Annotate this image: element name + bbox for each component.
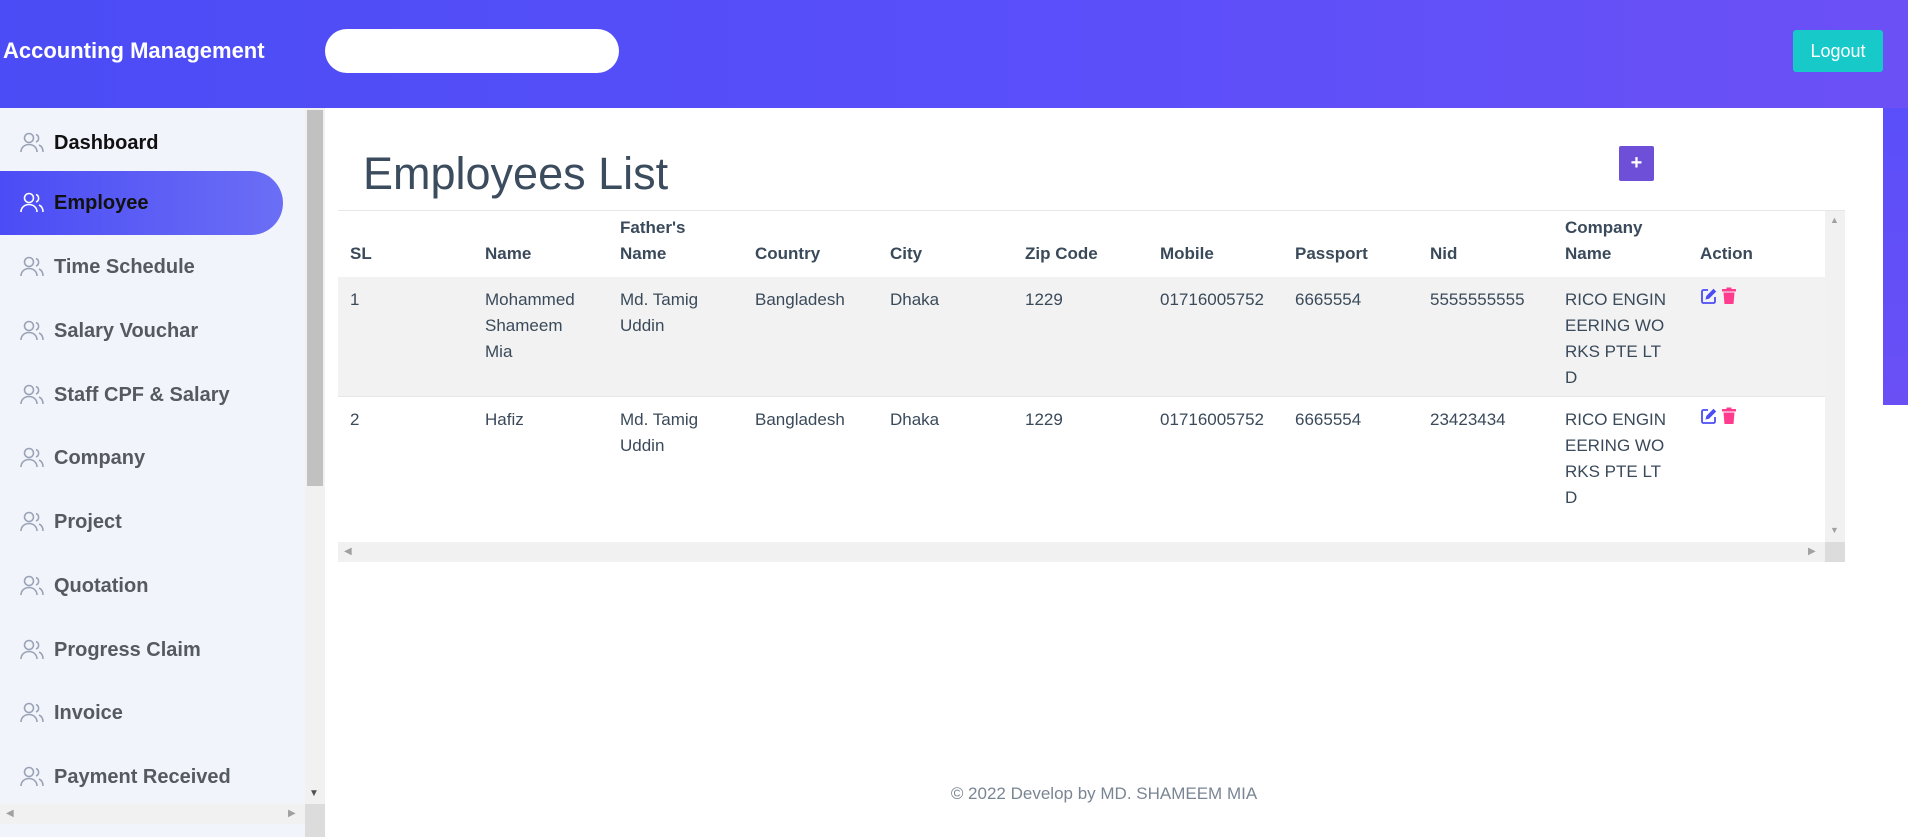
table-vertical-scrollbar[interactable]: ▲ ▼: [1825, 211, 1845, 542]
sidebar-vertical-scrollbar[interactable]: ▼: [305, 108, 325, 804]
cell-passport: 6665554: [1295, 410, 1362, 429]
cell-action: [1700, 287, 1739, 307]
search-input[interactable]: [325, 29, 619, 73]
sidebar-item-label: Progress Claim: [54, 638, 201, 661]
edit-icon[interactable]: [1700, 407, 1718, 427]
cell-name: Hafiz: [485, 410, 524, 429]
cell-country: Bangladesh: [755, 410, 845, 429]
trash-icon[interactable]: [1721, 407, 1739, 427]
add-employee-button[interactable]: +: [1619, 146, 1654, 181]
column-header-country: Country: [755, 244, 821, 263]
cell-nid: 23423434: [1430, 410, 1506, 429]
users-icon: [19, 637, 45, 663]
table-horizontal-scrollbar[interactable]: ◀ ▶: [338, 542, 1825, 562]
column-header-fathers-name: Father's Name: [620, 218, 686, 263]
sidebar-item-staff-cpf-salary[interactable]: Staff CPF & Salary: [0, 363, 283, 427]
sidebar-item-label: Dashboard: [54, 131, 159, 154]
scroll-right-arrow-icon[interactable]: ▶: [288, 808, 296, 819]
cell-name: Mohammed Shameem Mia: [485, 290, 575, 361]
users-icon: [19, 382, 45, 408]
column-header-action: Action: [1700, 244, 1753, 263]
cell-passport: 6665554: [1295, 290, 1362, 309]
users-icon: [19, 254, 45, 280]
sidebar-item-project[interactable]: Project: [0, 490, 283, 554]
cell-mobile: 01716005752: [1160, 290, 1265, 309]
cell-company-name: RICO ENGINEERING WORKS PTE LTD: [1565, 290, 1667, 387]
users-icon: [19, 190, 45, 216]
users-icon: [19, 700, 45, 726]
sidebar-item-label: Project: [54, 510, 122, 533]
scroll-left-arrow-icon[interactable]: ◀: [6, 808, 14, 819]
users-icon: [19, 509, 45, 535]
scroll-left-arrow-icon[interactable]: ◀: [344, 546, 352, 557]
users-icon: [19, 130, 45, 156]
column-header-zip-code: Zip Code: [1025, 244, 1098, 263]
table-row: 1 Mohammed Shameem Mia Md. Tamig Uddin B…: [338, 277, 1825, 396]
cell-country: Bangladesh: [755, 290, 845, 309]
cell-action: [1700, 407, 1739, 427]
cell-sl: 1: [350, 290, 360, 309]
cell-fathers-name: Md. Tamig Uddin: [620, 410, 699, 455]
edit-icon[interactable]: [1700, 287, 1718, 307]
scrollbar-thumb[interactable]: [307, 110, 323, 486]
column-header-mobile: Mobile: [1160, 244, 1214, 263]
scroll-up-arrow-icon[interactable]: ▲: [1830, 215, 1839, 225]
table-row: 2 Hafiz Md. Tamig Uddin Bangladesh Dhaka…: [338, 396, 1825, 542]
sidebar-item-label: Time Schedule: [54, 255, 195, 278]
column-header-sl: SL: [350, 244, 372, 263]
users-icon: [19, 764, 45, 790]
users-icon: [19, 573, 45, 599]
sidebar-item-label: Company: [54, 446, 146, 469]
header-gradient-strip: [1883, 108, 1908, 405]
table-viewport: SL Name Father's Name Country City Zip C…: [338, 211, 1825, 542]
scroll-down-arrow-icon[interactable]: ▼: [309, 788, 319, 799]
sidebar-item-time-schedule[interactable]: Time Schedule: [0, 235, 283, 299]
column-header-company-name: Company Name: [1565, 218, 1643, 263]
sidebar: Dashboard Employee Time Schedule Salary …: [0, 108, 305, 837]
scrollbar-corner: [1825, 542, 1845, 562]
sidebar-item-label: Employee: [54, 191, 149, 214]
cell-mobile: 01716005752: [1160, 410, 1265, 429]
sidebar-item-label: Salary Vouchar: [54, 319, 199, 342]
sidebar-item-label: Invoice: [54, 701, 123, 724]
column-header-passport: Passport: [1295, 244, 1368, 263]
app-brand[interactable]: Accounting Management: [3, 38, 265, 64]
sidebar-item-payment-received[interactable]: Payment Received: [0, 745, 283, 809]
column-header-city: City: [890, 244, 923, 263]
sidebar-item-employee[interactable]: Employee: [0, 171, 283, 235]
cell-zip-code: 1229: [1025, 290, 1063, 309]
cell-city: Dhaka: [890, 410, 940, 429]
footer-credit: © 2022 Develop by MD. SHAMEEM MIA: [950, 784, 1258, 803]
sidebar-item-company[interactable]: Company: [0, 426, 283, 490]
sidebar-item-quotation[interactable]: Quotation: [0, 554, 283, 618]
top-header: Accounting Management Logout: [0, 0, 1908, 108]
sidebar-item-label: Quotation: [54, 574, 149, 597]
scroll-down-arrow-icon[interactable]: ▼: [1830, 525, 1839, 535]
scrollbar-corner: [305, 804, 325, 837]
cell-nid: 5555555555: [1430, 290, 1525, 309]
column-header-name: Name: [485, 244, 532, 263]
cell-company-name: RICO ENGINEERING WORKS PTE LTD: [1565, 410, 1667, 507]
sidebar-item-progress-claim[interactable]: Progress Claim: [0, 618, 283, 682]
main-content: Employees List + SL Name Father's Name C…: [325, 108, 1883, 837]
trash-icon[interactable]: [1721, 287, 1739, 307]
users-icon: [19, 318, 45, 344]
sidebar-item-salary-vouchar[interactable]: Salary Vouchar: [0, 299, 283, 363]
sidebar-item-label: Payment Received: [54, 765, 231, 788]
scroll-right-arrow-icon[interactable]: ▶: [1808, 546, 1816, 557]
employees-table: SL Name Father's Name Country City Zip C…: [338, 210, 1845, 562]
page-title: Employees List: [363, 148, 669, 199]
cell-city: Dhaka: [890, 290, 940, 309]
logout-button[interactable]: Logout: [1793, 30, 1883, 72]
sidebar-horizontal-scrollbar[interactable]: ◀ ▶: [0, 804, 305, 824]
sidebar-item-label: Staff CPF & Salary: [54, 383, 230, 406]
sidebar-item-dashboard[interactable]: Dashboard: [0, 111, 283, 175]
users-icon: [19, 445, 45, 471]
column-header-nid: Nid: [1430, 244, 1458, 263]
cell-fathers-name: Md. Tamig Uddin: [620, 290, 699, 335]
sidebar-item-invoice[interactable]: Invoice: [0, 681, 283, 745]
cell-sl: 2: [350, 410, 360, 429]
cell-zip-code: 1229: [1025, 410, 1063, 429]
